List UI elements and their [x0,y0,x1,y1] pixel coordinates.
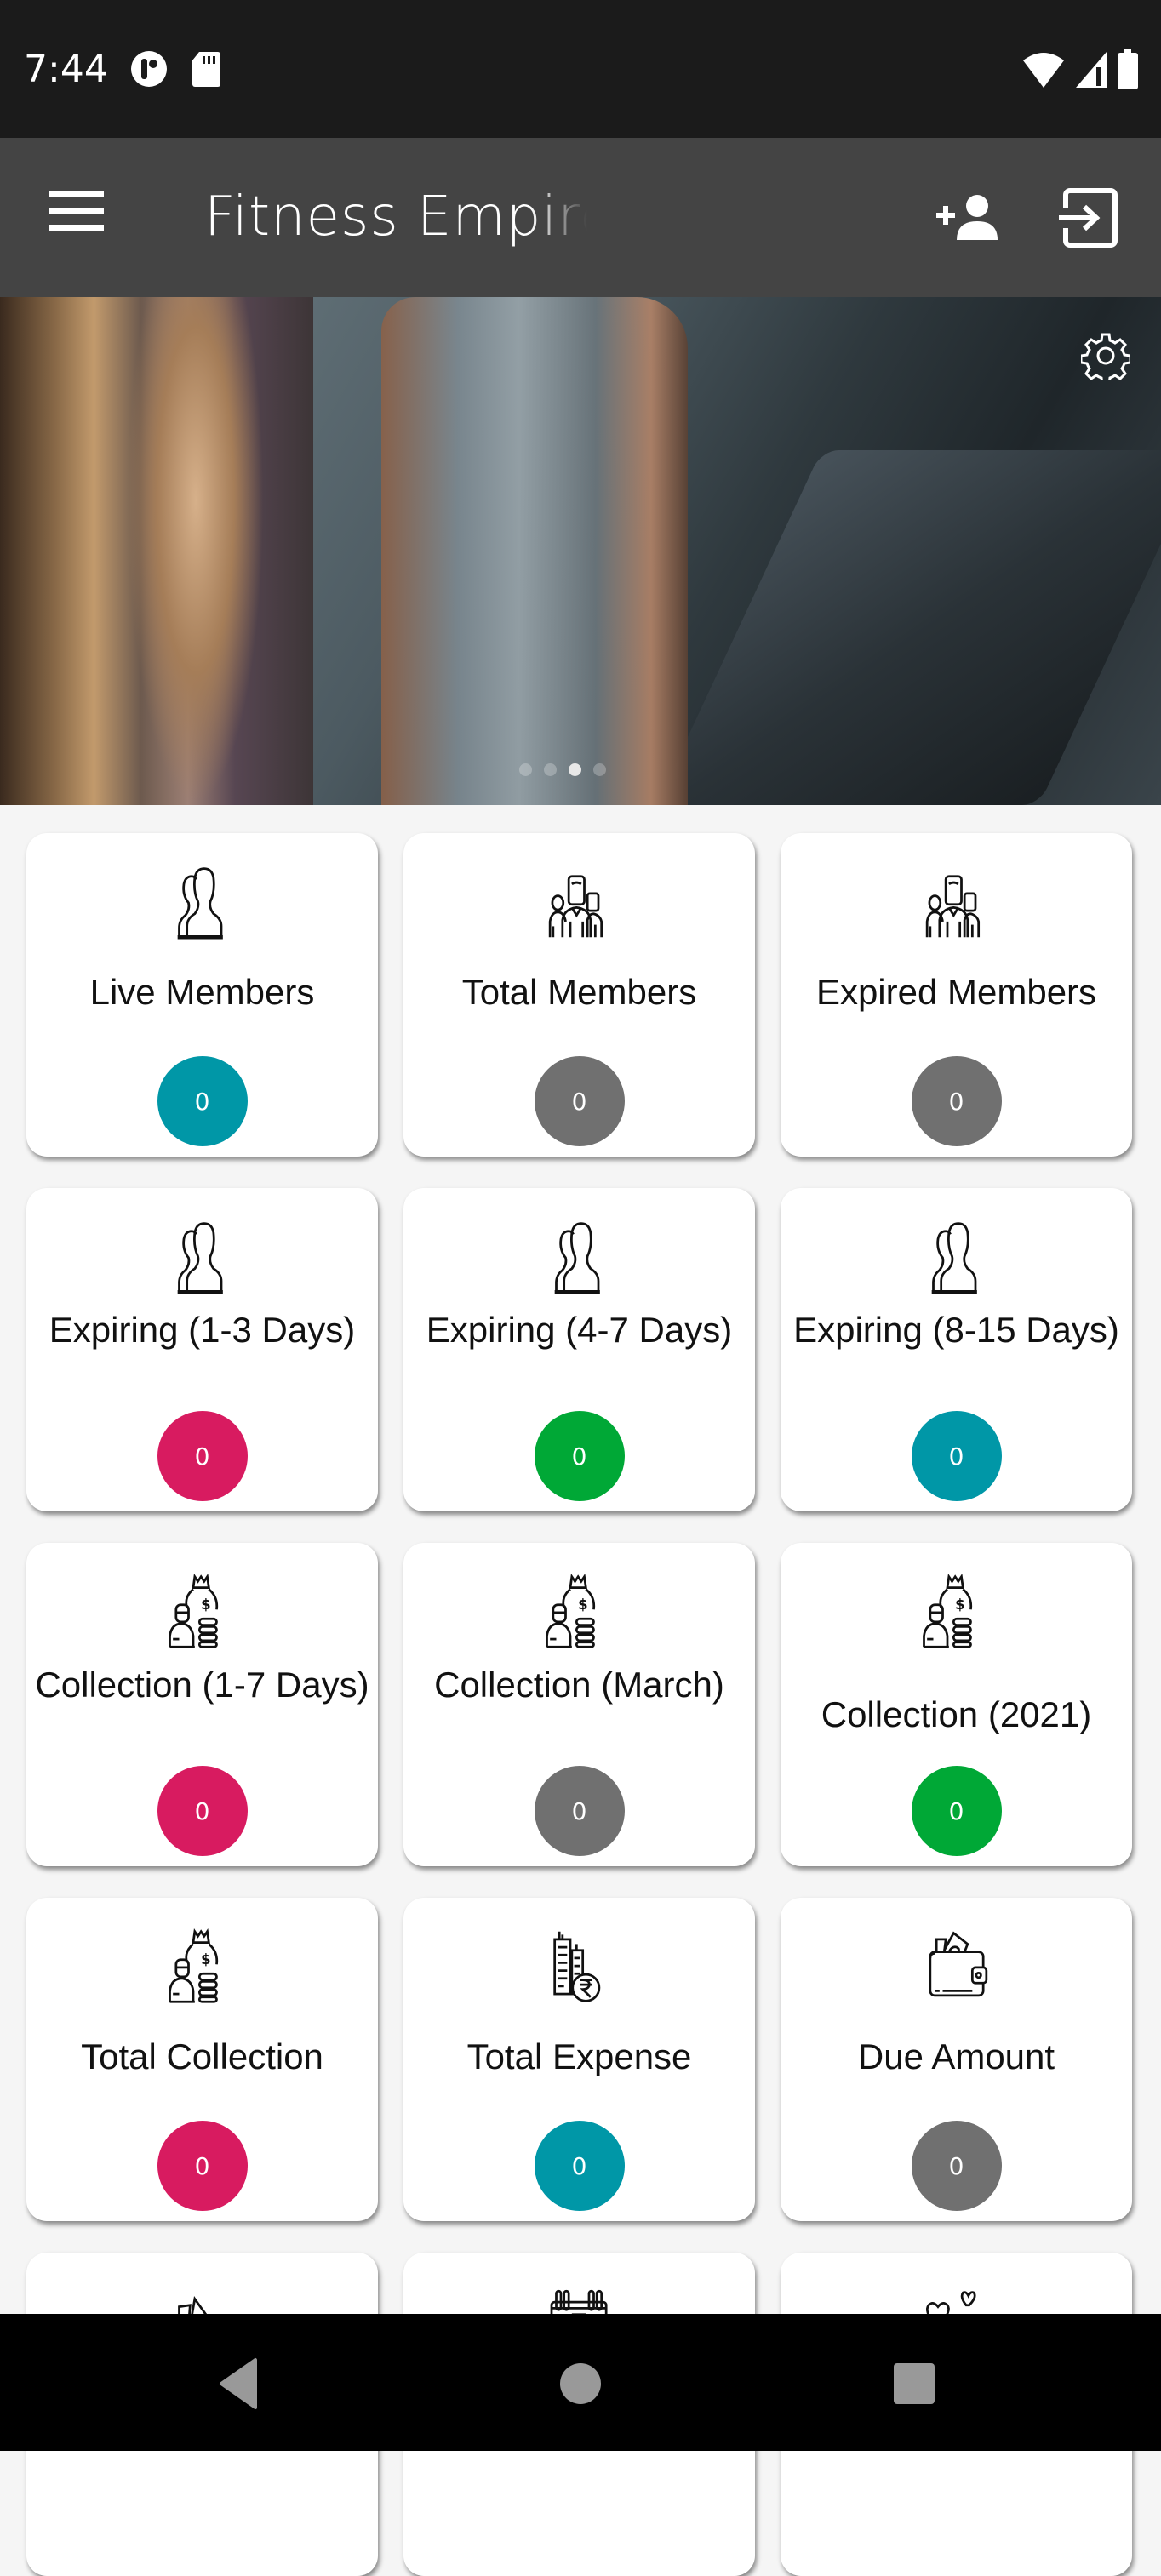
stat-count-badge: 0 [911,1411,1002,1501]
stat-card-label: Expiring (4-7 Days) [426,1310,733,1350]
group-icon [548,875,603,938]
system-nav-bar [0,2314,1161,2451]
money-bag-icon: $ [922,1573,972,1648]
stat-card-total-collection[interactable]: $ Total Collection 0 [26,1898,378,2221]
stat-card-label: Collection (1-7 Days) [35,1665,369,1705]
stat-card-expiring-8-15-days[interactable]: Expiring (8-15 Days) 0 [781,1188,1132,1511]
stat-card-expired-members[interactable]: Expired Members 0 [781,833,1132,1157]
hero-banner-carousel[interactable] [0,297,1161,805]
recents-icon[interactable] [887,2356,941,2411]
two-users-icon [931,1222,977,1294]
carousel-dot[interactable] [593,763,606,776]
stat-count-badge: 0 [911,2121,1002,2211]
two-users-icon [554,1222,600,1294]
wallet-icon [928,1931,987,1997]
back-icon[interactable] [214,2356,269,2411]
stat-count-badge: 0 [534,1766,625,1856]
stat-count-badge: 0 [157,2121,248,2211]
money-bag-icon: $ [168,1928,218,2003]
carousel-dot[interactable] [544,763,557,776]
stat-count-badge: 0 [534,2121,625,2211]
building-rupee-icon [552,1931,600,2002]
carousel-dots [519,763,606,776]
signal-icon [1076,52,1107,88]
stat-count-badge: 0 [534,1411,625,1501]
logout-icon[interactable] [1055,184,1124,252]
stat-count-badge: 0 [534,1056,625,1146]
carousel-dot[interactable] [519,763,532,776]
stat-card-label: Total Collection [81,2036,323,2076]
stat-card-collection-march[interactable]: $ Collection (March) 0 [403,1543,755,1866]
stat-count-badge: 0 [157,1411,248,1501]
stat-card-collection-1-7-days[interactable]: $ Collection (1-7 Days) 0 [26,1543,378,1866]
app-title: Fitness Empire [204,186,587,248]
add-member-icon[interactable] [935,184,1003,252]
stat-count-badge: 0 [157,1766,248,1856]
gear-icon[interactable] [1081,331,1130,380]
stat-count-badge: 0 [157,1056,248,1146]
stat-card-label: Total Expense [466,2036,692,2076]
stat-card-label: Expiring (8-15 Days) [793,1310,1119,1350]
stat-card-collection-2021[interactable]: $ Collection (2021) 0 [781,1543,1132,1866]
stat-card-label: Total Members [461,972,697,1012]
svg-text:$: $ [578,1596,587,1613]
stat-card-label: Collection (March) [434,1665,724,1705]
stat-card-live-members[interactable]: Live Members 0 [26,833,378,1157]
banner-slide-prev [0,297,313,805]
stat-card-label: Expiring (1-3 Days) [49,1310,356,1350]
stat-card-label: Live Members [89,972,315,1012]
stat-card-total-expense[interactable]: Total Expense 0 [403,1898,755,2221]
status-time: 7:44 [24,48,108,91]
stat-card-label: Expired Members [815,972,1097,1012]
home-icon[interactable] [553,2356,608,2411]
money-bag-icon: $ [168,1573,218,1648]
carousel-dot-active[interactable] [569,763,581,776]
battery-icon [1118,49,1138,89]
stat-card-due-amount[interactable]: Due Amount 0 [781,1898,1132,2221]
svg-text:$: $ [201,1596,210,1613]
group-icon [925,875,980,938]
money-bag-icon: $ [545,1573,595,1648]
wifi-icon [1023,53,1064,88]
stat-count-badge: 0 [911,1056,1002,1146]
app-toolbar: Fitness Empire [0,138,1161,297]
banner-slide-current [313,297,1161,805]
stat-card-expiring-4-7-days[interactable]: Expiring (4-7 Days) 0 [403,1188,755,1511]
hamburger-menu-icon[interactable] [49,191,104,238]
stat-card-label: Collection (2021) [821,1694,1092,1734]
sd-card-icon [192,52,220,87]
two-users-icon [177,867,223,940]
stat-card-label: Due Amount [857,2036,1055,2076]
data-saver-icon [131,51,167,87]
svg-text:$: $ [955,1596,964,1613]
svg-text:$: $ [201,1951,210,1968]
stat-count-badge: 0 [911,1766,1002,1856]
stat-card-total-members[interactable]: Total Members 0 [403,833,755,1157]
two-users-icon [177,1222,223,1294]
stat-card-expiring-1-3-days[interactable]: Expiring (1-3 Days) 0 [26,1188,378,1511]
status-bar: 7:44 [0,0,1161,138]
